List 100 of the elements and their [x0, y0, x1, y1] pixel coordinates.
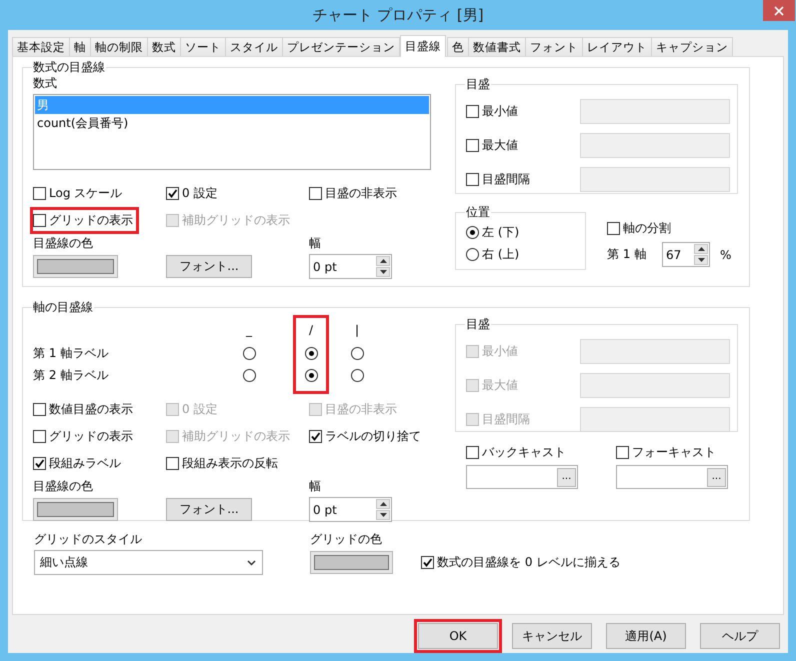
checkbox[interactable]: 数値目盛の表示 [33, 401, 133, 418]
tab[interactable]: 色 [447, 37, 469, 56]
up-arrow-icon [380, 502, 386, 506]
field-label: 目盛線の色 [33, 478, 94, 494]
radio-button[interactable] [304, 368, 318, 382]
tab[interactable]: 軸 [69, 37, 91, 56]
color-swatch[interactable] [310, 551, 393, 574]
input-field[interactable] [580, 132, 730, 158]
formula-list[interactable]: 男 count(会員番号) [33, 94, 431, 170]
radio-button[interactable] [350, 346, 364, 360]
tab[interactable]: ソート [180, 37, 226, 56]
field-label: グリッドのスタイル [34, 531, 143, 547]
tab[interactable]: 目盛線 [400, 35, 446, 57]
field-label: 幅 [309, 478, 322, 494]
dialog-button[interactable]: OK [418, 623, 498, 649]
tab[interactable]: 軸の制限 [90, 37, 148, 56]
close-button[interactable] [763, 0, 795, 21]
input-field[interactable] [580, 338, 730, 364]
input-field[interactable] [580, 166, 730, 192]
up-arrow-icon [380, 259, 386, 263]
font-button[interactable]: フォント... [166, 255, 252, 278]
down-arrow-icon [698, 258, 704, 262]
dialog-button[interactable]: キャンセル [512, 623, 592, 649]
check-icon [34, 458, 45, 469]
tab[interactable]: 数値書式 [468, 37, 526, 56]
color-swatch[interactable] [33, 498, 118, 521]
up-arrow-icon [698, 247, 704, 251]
field-label: 第 1 軸 [607, 246, 648, 263]
check-icon [167, 188, 178, 199]
input-field[interactable] [580, 372, 730, 398]
tab[interactable]: レイアウト [582, 37, 652, 56]
checkbox[interactable]: 0 設定 [166, 185, 218, 202]
column-header: | [354, 323, 360, 337]
down-arrow-icon [380, 513, 386, 517]
window-title: チャート プロパティ [男] [312, 5, 484, 26]
checkbox[interactable]: 段組み表示の反転 [166, 455, 278, 472]
spin-down-button[interactable] [694, 255, 708, 265]
checkbox[interactable]: 軸の分割 [607, 220, 732, 237]
radio-button[interactable]: 右 (上) [466, 244, 575, 265]
radio-button[interactable] [350, 368, 364, 382]
font-button[interactable]: フォント... [166, 498, 252, 521]
radio-button[interactable] [242, 368, 256, 382]
spin-up-button[interactable] [694, 244, 708, 254]
spin-down-button[interactable] [376, 267, 390, 277]
spin-field[interactable]: 67 [662, 242, 710, 267]
radio-button[interactable]: 左 (下) [466, 222, 575, 244]
checkbox[interactable]: Log スケール [33, 185, 122, 202]
checkbox[interactable]: 数式の目盛線を 0 レベルに揃える [421, 554, 783, 571]
dialog-button[interactable]: ヘルプ [700, 623, 780, 649]
tab[interactable]: キャプション [651, 37, 733, 56]
browse-button[interactable]: ... [557, 468, 576, 486]
radio-button[interactable] [304, 346, 318, 360]
group-title: 数式の目盛線 [32, 59, 106, 75]
checkbox[interactable]: 段組みラベル [33, 455, 121, 472]
column-header: / [308, 323, 314, 337]
input-field[interactable] [580, 98, 730, 124]
input-field[interactable] [580, 406, 730, 432]
radio-button[interactable] [242, 346, 256, 360]
field-label: グリッドの色 [310, 531, 383, 547]
checkbox[interactable]: 目盛の非表示 [309, 185, 397, 202]
checkbox[interactable]: 最小値 [466, 102, 580, 120]
row-label: 第 2 軸ラベル [33, 366, 110, 384]
checkbox[interactable]: フォーキャスト [616, 444, 728, 461]
field-label: 幅 [309, 235, 322, 251]
checkbox[interactable]: 目盛間隔 [466, 170, 580, 188]
style-dropdown[interactable]: 細い点線 [34, 550, 263, 575]
checkbox[interactable]: グリッドの表示 [33, 428, 133, 445]
unit-label: % [720, 248, 732, 262]
spin-field[interactable]: 0 pt [309, 497, 392, 522]
checkbox[interactable]: ラベルの切り捨て [309, 428, 421, 445]
group-title: 位置 [465, 204, 491, 220]
close-icon [774, 6, 784, 16]
spin-down-button[interactable] [376, 510, 390, 520]
field-label: 目盛線の色 [33, 235, 94, 251]
checkbox[interactable]: グリッドの表示 [33, 212, 133, 229]
spin-field[interactable]: 0 pt [309, 254, 392, 279]
check-icon [310, 431, 321, 442]
tab[interactable]: プレゼンテーション [282, 37, 400, 56]
group-title: 目盛 [465, 76, 491, 92]
group-title: 目盛 [465, 316, 491, 332]
checkbox[interactable]: バックキャスト [466, 444, 578, 461]
tab[interactable]: スタイル [225, 37, 283, 56]
checkbox[interactable]: 最大値 [466, 136, 580, 154]
input-field[interactable]: ... [466, 465, 578, 489]
column-header: _ [246, 323, 252, 337]
browse-button[interactable]: ... [707, 468, 726, 486]
down-arrow-icon [380, 270, 386, 274]
dialog-button[interactable]: 適用(A) [606, 623, 686, 649]
tab[interactable]: 基本設定 [12, 37, 70, 56]
list-item[interactable]: count(会員番号) [35, 114, 429, 132]
input-field[interactable]: ... [616, 465, 728, 489]
list-label: 数式 [33, 75, 58, 91]
tab[interactable]: 数式 [147, 37, 181, 56]
check-icon [422, 557, 433, 568]
group-title: 軸の目盛線 [32, 299, 94, 315]
row-label: 第 1 軸ラベル [33, 344, 110, 362]
spin-up-button[interactable] [376, 499, 390, 509]
spin-up-button[interactable] [376, 256, 390, 266]
tab[interactable]: フォント [525, 37, 583, 56]
color-swatch[interactable] [33, 255, 118, 278]
